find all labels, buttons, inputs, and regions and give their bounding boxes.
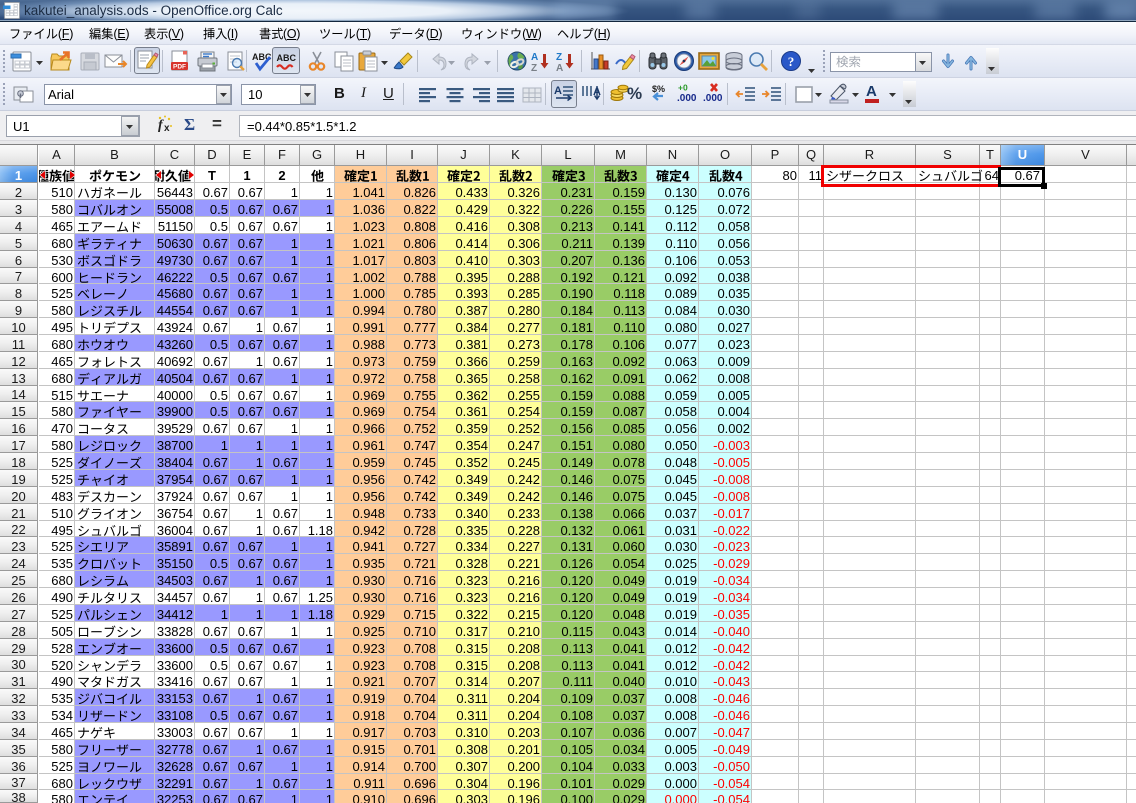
svg-text:$%: $% xyxy=(652,84,665,94)
svg-text:Z: Z xyxy=(531,63,537,74)
svg-text:A: A xyxy=(554,85,562,97)
svg-text:+0: +0 xyxy=(678,83,688,93)
svg-text:.000: .000 xyxy=(677,93,697,104)
svg-text:Z: Z xyxy=(556,52,562,63)
svg-text:A: A xyxy=(556,63,563,74)
svg-text:A: A xyxy=(531,52,538,63)
svg-text:PDF: PDF xyxy=(173,64,186,71)
svg-text:ABC: ABC xyxy=(277,53,297,63)
svg-text:.000: .000 xyxy=(703,93,723,104)
svg-text:?: ? xyxy=(788,54,795,69)
svg-text:x: x xyxy=(164,123,170,134)
